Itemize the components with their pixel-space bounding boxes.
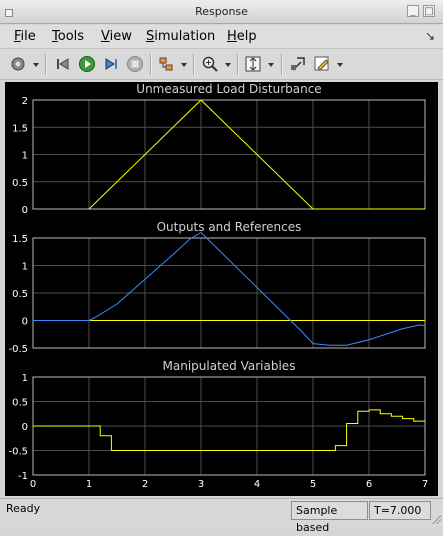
- x-tick-label: 3: [198, 479, 204, 490]
- rewind-icon[interactable]: [54, 55, 72, 73]
- status-bar: Ready Sample based T=7.000: [0, 498, 443, 534]
- x-tick-label: 5: [310, 479, 316, 490]
- y-tick-label: 0: [22, 422, 28, 433]
- y-tick-label: 1: [22, 373, 28, 384]
- y-tick-label: -0.5: [8, 344, 28, 355]
- scope-plot-area: Unmeasured Load Disturbance 0 0.5 1 1.5 2 Outp…: [5, 82, 438, 496]
- autoscale-dropdown-icon[interactable]: [268, 63, 274, 67]
- dock-icon[interactable]: [289, 55, 307, 73]
- y-tick-label: 0.5: [12, 398, 28, 409]
- menu-tools[interactable]: Tools: [52, 29, 84, 44]
- edit-icon[interactable]: [313, 55, 331, 73]
- x-tick-label: 4: [254, 479, 260, 490]
- y-tick-label: -1: [18, 471, 28, 482]
- scope-plots: Unmeasured Load Disturbance 0 0.5 1 1.5 2 Outp…: [8, 82, 428, 490]
- chart-title: Outputs and References: [157, 220, 302, 234]
- y-tick-label: 1: [22, 151, 28, 162]
- x-tick-label: 2: [142, 479, 148, 490]
- resize-grip[interactable]: [431, 514, 441, 524]
- run-icon[interactable]: [78, 55, 96, 73]
- menu-view[interactable]: View: [101, 29, 132, 44]
- menu-help[interactable]: Help: [227, 29, 257, 44]
- data-cursor-icon[interactable]: [157, 55, 175, 73]
- x-tick-label: 7: [422, 479, 428, 490]
- status-ready: Ready: [6, 502, 41, 515]
- y-tick-label: 0.5: [12, 289, 28, 300]
- autoscale-icon[interactable]: [244, 55, 262, 73]
- settings-icon[interactable]: [9, 55, 27, 73]
- dock-arrow-icon[interactable]: ↘: [425, 29, 435, 43]
- status-time: T=7.000: [369, 501, 431, 520]
- cursor-dropdown-icon[interactable]: [181, 63, 187, 67]
- window-title: Response: [195, 5, 248, 18]
- stop-icon[interactable]: [126, 55, 144, 73]
- y-tick-label: 1.5: [12, 234, 28, 245]
- series-line: [33, 409, 425, 451]
- series-line: [33, 231, 426, 346]
- y-tick-label: 1.5: [12, 123, 28, 134]
- chart-title: Unmeasured Load Disturbance: [136, 82, 321, 96]
- y-tick-label: 0: [22, 205, 28, 216]
- y-tick-label: 0.5: [12, 178, 28, 189]
- settings-dropdown-icon[interactable]: [33, 63, 39, 67]
- toolbar: [0, 48, 443, 80]
- y-tick-label: 1: [22, 262, 28, 273]
- menu-simulation[interactable]: Simulation: [146, 29, 215, 44]
- x-tick-label: 1: [86, 479, 92, 490]
- minimize-icon[interactable]: _: [407, 5, 419, 17]
- edit-dropdown-icon[interactable]: [337, 63, 343, 67]
- step-forward-icon[interactable]: [102, 55, 120, 73]
- menu-bar: File Tools View Simulation Help ↘: [0, 25, 443, 48]
- window-title-bar: Response _ □: [0, 0, 443, 24]
- y-tick-label: -0.5: [8, 447, 28, 458]
- y-tick-label: 0: [22, 317, 28, 328]
- x-tick-label: 0: [30, 479, 36, 490]
- zoom-in-icon[interactable]: [201, 55, 219, 73]
- y-tick-label: 2: [22, 96, 28, 107]
- zoom-dropdown-icon[interactable]: [225, 63, 231, 67]
- status-sample-mode: Sample based: [291, 501, 368, 534]
- maximize-icon[interactable]: □: [423, 5, 435, 17]
- menu-file[interactable]: File: [14, 29, 36, 44]
- x-tick-label: 6: [366, 479, 372, 490]
- chart-title: Manipulated Variables: [163, 359, 296, 373]
